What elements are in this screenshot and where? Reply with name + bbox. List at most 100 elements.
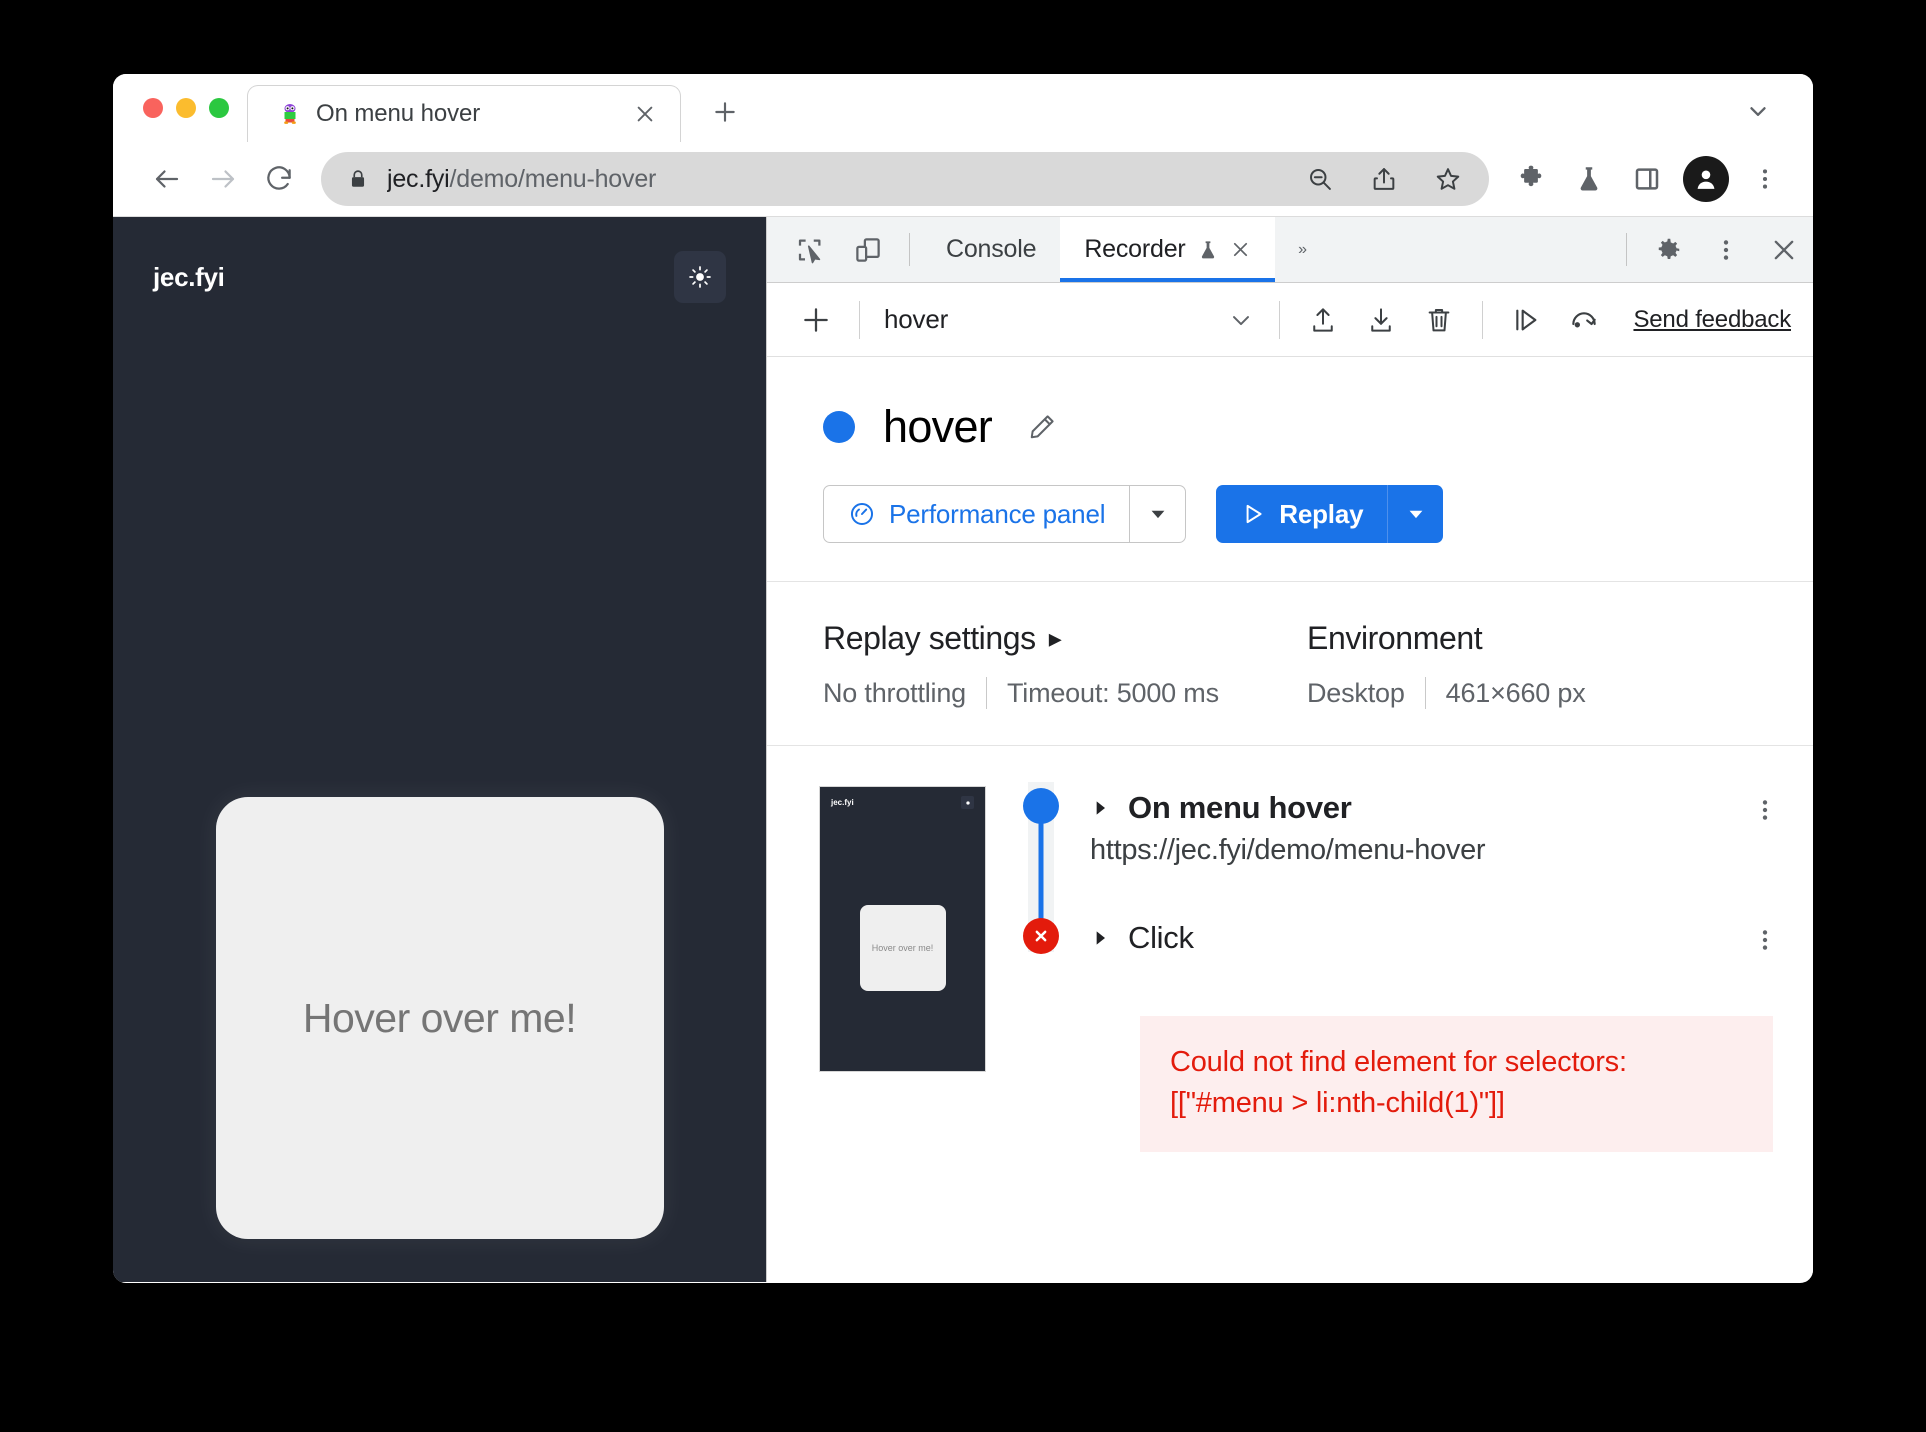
performance-gauge-icon [848, 500, 876, 528]
step-rail [1018, 782, 1064, 912]
hover-card-label: Hover over me! [302, 994, 577, 1041]
replay-settings-values: No throttling Timeout: 5000 ms [823, 677, 1307, 709]
tab-console[interactable]: Console [922, 217, 1060, 282]
step-expand-caret-icon[interactable] [1090, 928, 1110, 948]
replay-settings-column: Replay settings ▸ No throttling Timeout:… [823, 620, 1307, 709]
device-toolbar-icon[interactable] [839, 217, 897, 282]
performance-panel-button[interactable]: Performance panel [824, 486, 1129, 542]
thumbnail-card-label: Hover over me! [871, 943, 934, 953]
delete-recording-icon[interactable] [1410, 291, 1468, 349]
url-text: jec.fyi/demo/menu-hover [387, 165, 1279, 194]
step-title-row[interactable]: On menu hover [1090, 790, 1741, 826]
step-menu-icon[interactable] [1741, 786, 1789, 834]
environment-label: Environment [1307, 620, 1483, 656]
step-title: Click [1128, 920, 1194, 955]
devtools-panel: Console Recorder » hover Send feedback h… [766, 217, 1813, 1282]
site-logo[interactable]: jec.fyi [153, 262, 225, 293]
forward-button[interactable] [195, 151, 251, 207]
recording-title: hover [883, 401, 993, 452]
step-row[interactable]: On menu hover https://jec.fyi/demo/menu-… [1018, 782, 1813, 912]
step-row[interactable]: Click [1018, 912, 1813, 990]
settings-value-divider [985, 677, 987, 709]
send-feedback-link[interactable]: Send feedback [1633, 306, 1791, 334]
gear-icon[interactable] [1639, 217, 1697, 282]
tab-console-label: Console [946, 235, 1037, 263]
step-over-icon[interactable] [1497, 291, 1555, 349]
browser-menu-icon[interactable] [1739, 153, 1791, 205]
replay-settings-label: Replay settings [823, 620, 1036, 656]
timeout-value: Timeout: 5000 ms [1006, 677, 1219, 708]
chevron-right-icon: ▸ [1048, 623, 1062, 653]
chevron-down-icon[interactable] [1227, 306, 1255, 334]
step-content: Click [1064, 912, 1741, 956]
share-icon[interactable] [1361, 156, 1407, 202]
toolbar-divider-1 [859, 300, 860, 339]
window-close-button[interactable] [143, 98, 163, 118]
side-panel-icon[interactable] [1621, 153, 1673, 205]
window-minimize-button[interactable] [176, 98, 196, 118]
flask-icon[interactable] [1563, 153, 1615, 205]
tab-close-icon[interactable] [630, 99, 660, 129]
omnibox[interactable]: jec.fyi/demo/menu-hover [321, 152, 1489, 206]
step-expand-caret-icon[interactable] [1090, 798, 1110, 818]
step-screenshot-thumbnail[interactable]: jec.fyi Hover over me! [819, 786, 986, 1072]
environment-heading: Environment [1307, 620, 1813, 657]
reload-button[interactable] [251, 151, 307, 207]
recorder-title-row: hover [823, 401, 1813, 453]
step-content: On menu hover https://jec.fyi/demo/menu-… [1064, 782, 1741, 867]
replay-button-group: Replay [1216, 485, 1444, 543]
toolbar-divider-2 [1279, 300, 1281, 339]
replay-button[interactable]: Replay [1216, 485, 1387, 543]
inspect-element-icon[interactable] [781, 217, 839, 282]
browser-window: On menu hover jec.fyi/demo/menu-hover je… [113, 74, 1813, 1283]
new-tab-button[interactable] [697, 84, 753, 140]
add-recording-button[interactable] [787, 291, 845, 349]
import-icon[interactable] [1352, 291, 1410, 349]
back-button[interactable] [139, 151, 195, 207]
theme-toggle-button[interactable] [674, 251, 726, 303]
recording-select[interactable]: hover [874, 291, 1265, 349]
thumbnail-card: Hover over me! [859, 905, 946, 991]
replay-settings-toggle[interactable]: Replay settings ▸ [823, 620, 1307, 657]
thumbnail-sun-icon [961, 796, 974, 809]
url-host: jec.fyi [387, 164, 450, 193]
window-traffic-lights [113, 74, 247, 142]
steps-list: On menu hover https://jec.fyi/demo/menu-… [1018, 782, 1813, 1282]
recording-status-dot [823, 411, 855, 443]
step-marker-error [1023, 918, 1059, 954]
site-favicon-icon [284, 104, 296, 124]
lock-icon [347, 168, 369, 190]
recorder-settings-section: Replay settings ▸ No throttling Timeout:… [767, 582, 1813, 746]
step-rail [1018, 912, 1064, 990]
recorder-toolbar: hover Send feedback [767, 283, 1813, 357]
edit-pencil-icon[interactable] [1020, 405, 1064, 449]
puzzle-icon[interactable] [1505, 153, 1557, 205]
throttling-value: No throttling [823, 677, 966, 708]
step-title-row[interactable]: Click [1090, 920, 1741, 956]
hover-target-card[interactable]: Hover over me! [215, 797, 664, 1239]
browser-tab[interactable]: On menu hover [247, 85, 681, 142]
performance-panel-dropdown[interactable] [1129, 486, 1185, 542]
zoom-out-icon[interactable] [1297, 156, 1343, 202]
step-error-line-1: Could not find element for selectors: [1170, 1046, 1627, 1078]
step-marker-success [1023, 788, 1059, 824]
profile-avatar[interactable] [1683, 156, 1729, 202]
devtools-close-icon[interactable] [1755, 217, 1813, 282]
more-tabs-button[interactable]: » [1275, 217, 1331, 282]
replay-dropdown[interactable] [1387, 485, 1443, 543]
tab-recorder[interactable]: Recorder [1060, 217, 1275, 282]
content-area: jec.fyi Hover over me! Console Recorder … [113, 217, 1813, 1282]
replay-loop-icon[interactable] [1555, 291, 1613, 349]
export-icon[interactable] [1294, 291, 1352, 349]
window-maximize-button[interactable] [209, 98, 229, 118]
replay-button-label: Replay [1279, 498, 1364, 529]
bookmark-star-icon[interactable] [1425, 156, 1471, 202]
tab-search-button[interactable] [1737, 90, 1779, 132]
address-bar: jec.fyi/demo/menu-hover [113, 142, 1813, 217]
tab-strip: On menu hover [113, 74, 1813, 142]
tab-recorder-close-icon[interactable] [1230, 239, 1251, 260]
environment-column: Environment Desktop 461×660 px [1307, 620, 1813, 709]
devtools-menu-icon[interactable] [1697, 217, 1755, 282]
step-menu-icon[interactable] [1741, 916, 1789, 964]
step-url: https://jec.fyi/demo/menu-hover [1090, 834, 1486, 866]
